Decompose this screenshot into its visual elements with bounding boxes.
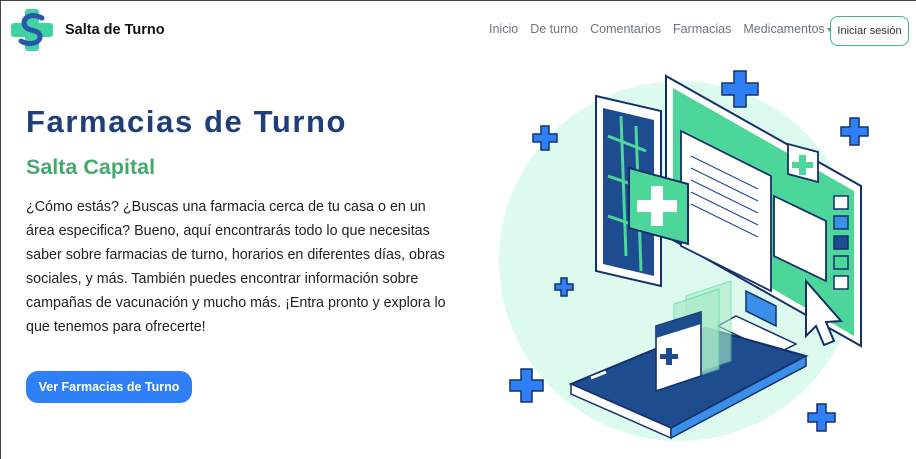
navbar: Salta de Turno Inicio De turno Comentari… <box>1 1 916 61</box>
hero-subtitle: Salta Capital <box>26 155 156 179</box>
nav-links: Inicio De turno Comentarios Farmacias Me… <box>489 22 845 36</box>
hero-description: ¿Cómo estás? ¿Buscas una farmacia cerca … <box>26 199 446 335</box>
nav-link-inicio[interactable]: Inicio <box>489 22 518 36</box>
s-cross-logo-icon <box>11 9 53 51</box>
nav-dropdown-medicamentos[interactable]: Medicamentos <box>743 22 833 36</box>
brand-name: Salta de Turno <box>65 22 165 38</box>
cross-icon <box>807 403 836 432</box>
cross-icon <box>509 368 544 403</box>
pharmacy-illustration <box>499 70 869 441</box>
ver-farmacias-button[interactable]: Ver Farmacias de Turno <box>26 371 192 403</box>
hero-title: Farmacias de Turno <box>26 104 348 139</box>
nav-link-farmacias[interactable]: Farmacias <box>673 22 731 36</box>
nav-link-medicamentos-label: Medicamentos <box>743 22 825 36</box>
login-button[interactable]: Iniciar sesión <box>830 16 909 46</box>
cross-icon <box>840 117 869 146</box>
nav-link-comentarios[interactable]: Comentarios <box>590 22 661 36</box>
nav-link-de-turno[interactable]: De turno <box>530 22 578 36</box>
brand[interactable]: Salta de Turno <box>9 7 165 53</box>
